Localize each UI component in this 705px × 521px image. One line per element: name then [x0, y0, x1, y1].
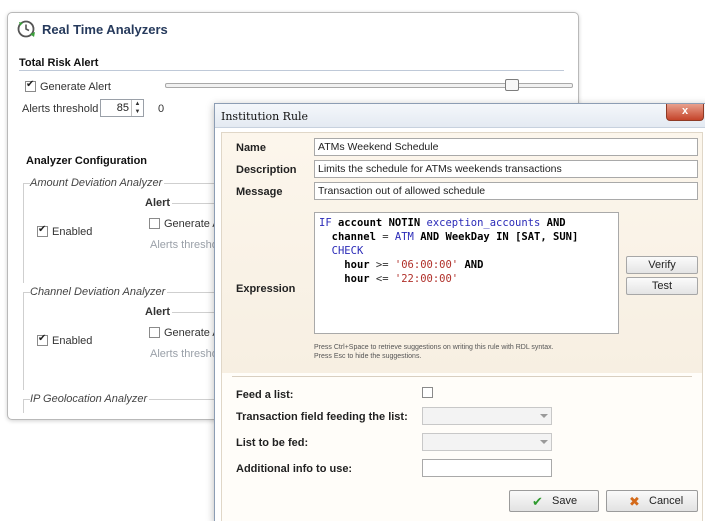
generate-alert-label: Generate Alert [40, 81, 111, 93]
transaction-field-select[interactable] [422, 407, 552, 425]
chevron-down-icon [540, 440, 548, 444]
channel-enabled-label: Enabled [52, 335, 93, 347]
chevron-down-icon [540, 414, 548, 418]
description-label: Description [236, 164, 297, 176]
total-risk-heading: Total Risk Alert [19, 57, 99, 69]
window-title: Real Time Analyzers [42, 22, 168, 37]
channel-enabled-checkbox[interactable] [37, 333, 48, 346]
spinner-arrows-icon[interactable]: ▲ ▼ [131, 100, 143, 116]
amount-enabled-label: Enabled [52, 226, 93, 238]
checkmark-icon: ✔ [532, 494, 543, 509]
threshold-spinner[interactable]: 85 ▲ ▼ [100, 99, 144, 117]
transaction-field-label: Transaction field feeding the list: [236, 411, 408, 423]
additional-info-label: Additional info to use: [236, 463, 353, 475]
code-line: IF account NOTIN exception_accounts AND [319, 217, 566, 229]
feed-list-checkbox[interactable] [422, 387, 433, 398]
group-border [23, 183, 24, 283]
alerts-threshold-label: Alerts threshold [22, 103, 99, 115]
name-field[interactable]: ATMs Weekend Schedule [314, 138, 698, 156]
dialog-title: Institution Rule [221, 110, 309, 123]
clock-refresh-icon [17, 20, 35, 38]
channel-deviation-group-title: Channel Deviation Analyzer [30, 286, 168, 298]
save-button[interactable]: ✔ Save [509, 490, 599, 512]
code-line: CHECK [331, 245, 364, 257]
analyzer-config-heading: Analyzer Configuration [26, 155, 148, 167]
message-field[interactable]: Transaction out of allowed schedule [314, 182, 698, 200]
dialog-titlebar[interactable]: Institution Rule x [215, 104, 705, 128]
hint-text: Press Esc to hide the suggestions. [314, 353, 422, 360]
threshold-value: 85 [116, 102, 129, 114]
code-line: hour <= '22:00:00' [344, 273, 459, 285]
hint-text: Press Ctrl+Space to retrieve suggestions… [314, 344, 554, 351]
list-to-feed-select[interactable] [422, 433, 552, 451]
generate-alert-checkbox[interactable] [25, 79, 36, 92]
divider [232, 376, 692, 377]
expression-label: Expression [236, 283, 296, 295]
description-field[interactable]: Limits the schedule for ATMs weekends tr… [314, 160, 698, 178]
feed-list-label: Feed a list: [236, 389, 294, 401]
additional-info-field[interactable] [422, 459, 552, 477]
screen: Real Time Analyzers Total Risk Alert Gen… [0, 0, 705, 521]
test-button[interactable]: Test [626, 277, 698, 295]
ip-geolocation-group-title: IP Geolocation Analyzer [30, 393, 150, 405]
slider-tick-min: 0 [158, 103, 165, 115]
expression-editor[interactable]: IF account NOTIN exception_accounts AND … [314, 212, 619, 334]
threshold-slider-thumb[interactable] [504, 79, 519, 91]
verify-button[interactable]: Verify [626, 256, 698, 274]
list-to-feed-label: List to be fed: [236, 437, 309, 449]
cancel-button[interactable]: ✖ Cancel [606, 490, 698, 512]
amount-deviation-group-title: Amount Deviation Analyzer [30, 177, 165, 189]
section-divider [19, 70, 564, 71]
close-icon: x [681, 105, 689, 117]
group-border [23, 292, 24, 390]
close-button[interactable]: x [666, 104, 704, 121]
group-border [23, 399, 24, 413]
alert-subgroup-title: Alert [143, 197, 173, 209]
channel-generate-alert-checkbox[interactable] [149, 327, 160, 338]
alert-subgroup-title: Alert [143, 306, 173, 318]
amount-enabled-checkbox[interactable] [37, 224, 48, 237]
code-line: channel = ATM AND WeekDay IN [SAT, SUN] [331, 231, 579, 243]
name-label: Name [236, 142, 266, 154]
code-line: hour >= '06:00:00' AND [344, 259, 484, 271]
institution-rule-dialog: Institution Rule x Name ATMs Weekend Sch… [214, 103, 705, 521]
cancel-x-icon: ✖ [629, 494, 640, 509]
dialog-content: Name ATMs Weekend Schedule Description L… [221, 132, 703, 521]
amount-generate-alert-checkbox[interactable] [149, 218, 160, 229]
message-label: Message [236, 186, 283, 198]
